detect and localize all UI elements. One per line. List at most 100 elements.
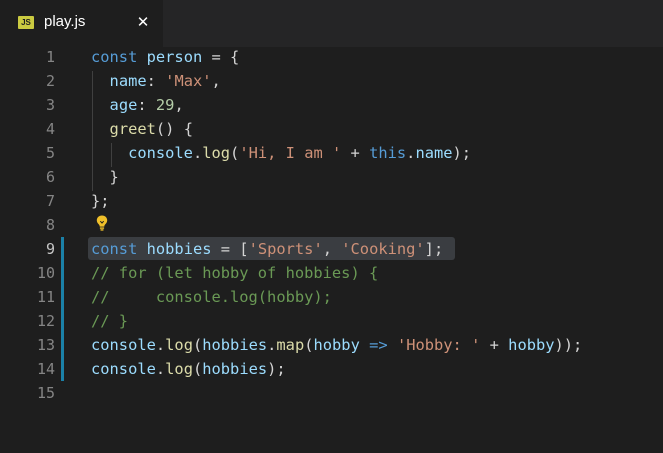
code-text: // for (let hobby of hobbies) { bbox=[91, 261, 378, 285]
code-text: console.log(hobbies); bbox=[91, 357, 286, 381]
code-token: () { bbox=[155, 120, 193, 138]
code-token: + bbox=[341, 144, 370, 162]
code-line[interactable]: 6 } bbox=[0, 165, 663, 189]
code-token: ); bbox=[267, 360, 286, 378]
code-token: 29 bbox=[155, 96, 175, 114]
code-token: + bbox=[480, 336, 509, 354]
code-line[interactable]: 8 bbox=[0, 213, 663, 237]
code-token: ); bbox=[452, 144, 472, 162]
code-token: 'Max' bbox=[165, 72, 212, 90]
code-text: const hobbies = ['Sports', 'Cooking']; bbox=[91, 237, 443, 261]
code-token: this bbox=[369, 144, 407, 162]
code-token: = { bbox=[202, 48, 240, 66]
code-token: hobbies bbox=[202, 360, 268, 378]
code-token: = [ bbox=[211, 240, 249, 258]
line-number: 10 bbox=[36, 264, 55, 282]
line-number: 9 bbox=[45, 240, 55, 258]
code-text: // } bbox=[91, 309, 128, 333]
code-token: 'Cooking' bbox=[341, 240, 425, 258]
code-text: console.log(hobbies.map(hobby => 'Hobby:… bbox=[91, 333, 582, 357]
code-token: ( bbox=[304, 336, 314, 354]
line-number: 11 bbox=[36, 288, 55, 306]
code-line[interactable]: 5 console.log('Hi, I am ' + this.name); bbox=[0, 141, 663, 165]
code-token: . bbox=[155, 360, 166, 378]
code-text: const person = { bbox=[91, 45, 239, 69]
code-token: age bbox=[109, 96, 138, 114]
code-text: // console.log(hobby); bbox=[91, 285, 332, 309]
line-number: 14 bbox=[36, 360, 55, 378]
line-number: 8 bbox=[45, 216, 55, 234]
code-line[interactable]: 9 const hobbies = ['Sports', 'Cooking']; bbox=[0, 237, 663, 261]
code-token: hobbies bbox=[202, 336, 268, 354]
code-token: hobby bbox=[508, 336, 555, 354]
code-token: log bbox=[165, 360, 193, 378]
line-number: 7 bbox=[45, 192, 55, 210]
code-token: . bbox=[192, 144, 203, 162]
code-token: . bbox=[267, 336, 277, 354]
code-line[interactable]: 2 name: 'Max', bbox=[0, 69, 663, 93]
code-token: : bbox=[146, 72, 166, 90]
code-text: greet() { bbox=[91, 117, 193, 141]
tab-filename: play.js bbox=[44, 13, 86, 30]
code-token: greet bbox=[109, 120, 156, 138]
tab-bar: JS play.js ✕ bbox=[0, 0, 663, 47]
code-token: log bbox=[202, 144, 231, 162]
code-text: }; bbox=[91, 189, 110, 213]
line-number: 5 bbox=[45, 144, 55, 162]
code-line[interactable]: 14 console.log(hobbies); bbox=[0, 357, 663, 381]
code-text: name: 'Max', bbox=[91, 69, 221, 93]
code-token: hobby bbox=[313, 336, 360, 354]
code-line[interactable]: 13 console.log(hobbies.map(hobby => 'Hobb… bbox=[0, 333, 663, 357]
code-token: // for (let hobby of hobbies) { bbox=[91, 264, 379, 282]
code-token: 'Hi, I am ' bbox=[239, 144, 342, 162]
editor-tab-play-js[interactable]: JS play.js ✕ bbox=[0, 0, 163, 47]
code-token: ( bbox=[192, 360, 203, 378]
code-token: } bbox=[91, 168, 119, 186]
code-line[interactable]: 7}; bbox=[0, 189, 663, 213]
code-token: const bbox=[91, 48, 138, 66]
line-number: 12 bbox=[36, 312, 55, 330]
code-line[interactable]: 3 age: 29, bbox=[0, 93, 663, 117]
code-token: : bbox=[137, 96, 156, 114]
code-token: }; bbox=[91, 192, 110, 210]
code-line[interactable]: 12 // } bbox=[0, 309, 663, 333]
line-number: 1 bbox=[45, 48, 55, 66]
code-token: 'Hobby: ' bbox=[396, 336, 481, 354]
code-token: hobbies bbox=[146, 240, 212, 258]
code-token: map bbox=[276, 336, 305, 354]
code-line[interactable]: 11 // console.log(hobby); bbox=[0, 285, 663, 309]
code-token: , bbox=[322, 240, 342, 258]
line-number: 13 bbox=[36, 336, 55, 354]
code-token: // } bbox=[91, 312, 129, 330]
line-number: 2 bbox=[45, 72, 55, 90]
code-line[interactable]: 1 const person = { bbox=[0, 45, 663, 69]
line-number: 6 bbox=[45, 168, 55, 186]
code-token: )); bbox=[554, 336, 583, 354]
code-token: . bbox=[155, 336, 166, 354]
close-icon[interactable]: ✕ bbox=[135, 12, 151, 32]
code-text: console.log('Hi, I am ' + this.name); bbox=[91, 141, 471, 165]
code-token: ( bbox=[192, 336, 203, 354]
code-token: name bbox=[415, 144, 453, 162]
code-token: console bbox=[91, 360, 156, 378]
line-number: 15 bbox=[36, 384, 55, 402]
code-line[interactable]: 4 greet() { bbox=[0, 117, 663, 141]
code-text: } bbox=[91, 165, 119, 189]
code-token: name bbox=[109, 72, 147, 90]
code-line[interactable]: 15 bbox=[0, 381, 663, 405]
code-token: 'Sports' bbox=[248, 240, 323, 258]
code-line[interactable]: 10 // for (let hobby of hobbies) { bbox=[0, 261, 663, 285]
js-file-icon: JS bbox=[18, 16, 34, 29]
code-editor[interactable]: 1 const person = {2 name: 'Max', 3 age: 29… bbox=[0, 47, 663, 453]
code-token: person bbox=[146, 48, 203, 66]
line-number: 3 bbox=[45, 96, 55, 114]
code-token: console bbox=[128, 144, 193, 162]
